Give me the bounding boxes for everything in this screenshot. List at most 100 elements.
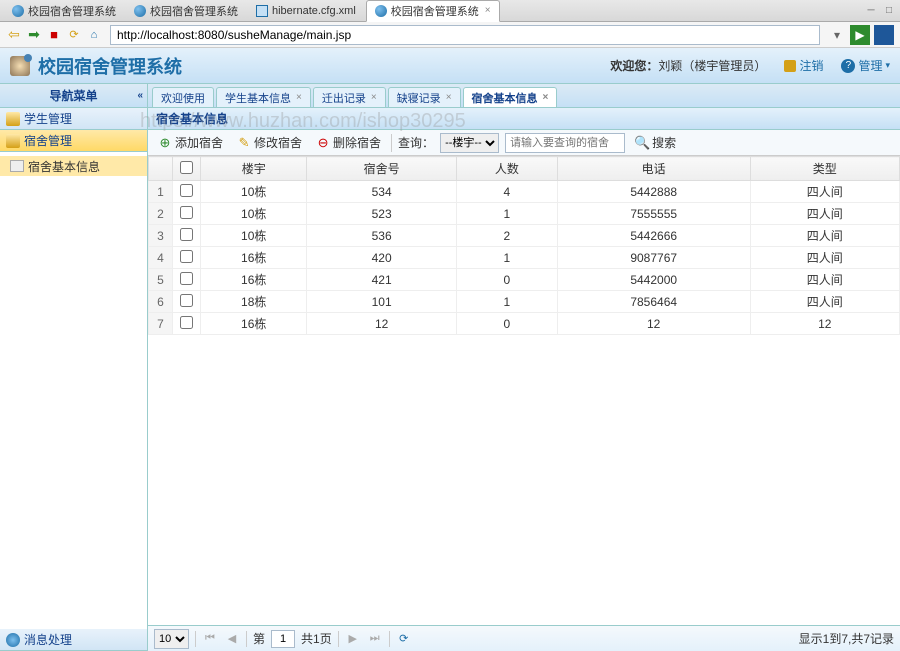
refresh-button[interactable]: ⟳ [396,631,412,647]
edit-button[interactable]: ✎修改宿舍 [233,132,306,153]
close-icon[interactable]: × [446,92,452,103]
tab-absence[interactable]: 缺寝记录× [388,87,461,107]
dropdown-icon[interactable]: ▾ [828,26,846,44]
globe-icon [12,5,24,17]
cell-people: 4 [456,181,557,203]
table-row[interactable]: 1 10栋 534 4 5442888 四人间 [149,181,900,203]
tab-moveout[interactable]: 迁出记录× [313,87,386,107]
page-input[interactable] [271,630,295,648]
delete-button[interactable]: ⊖删除宿舍 [312,132,385,153]
cell-people: 1 [456,291,557,313]
forward-icon[interactable]: ➡ [26,27,42,43]
data-table: 楼宇 宿舍号 人数 电话 类型 1 10栋 534 4 5442888 四人间2… [148,156,900,335]
tab-dorm-info[interactable]: 宿舍基本信息× [463,87,558,107]
table-row[interactable]: 7 16栋 12 0 12 12 [149,313,900,335]
collapse-icon[interactable]: « [137,90,143,101]
cell-phone: 9087767 [557,247,750,269]
go-button[interactable]: ▶ [850,25,870,45]
panel-title: 宿舍基本信息 [148,108,900,130]
home-icon[interactable]: ⌂ [86,27,102,43]
cell-building: 16栋 [201,313,307,335]
manage-link[interactable]: ?管理 ▾ [841,57,890,74]
tree-item-dorm-info[interactable]: 宿舍基本信息 [0,156,147,176]
plus-icon: ⊕ [158,136,172,150]
ide-tab[interactable]: hibernate.cfg.xml [248,3,364,19]
close-icon[interactable]: × [543,92,549,103]
row-checkbox[interactable] [180,294,193,307]
sidebar-title: 导航菜单 « [0,84,147,108]
page-size-select[interactable]: 10 [154,629,189,649]
sidebar-item-message[interactable]: 消息处理 [0,629,147,651]
close-icon[interactable]: × [296,92,302,103]
ide-tab[interactable]: 校园宿舍管理系统 [126,1,246,21]
maximize-icon[interactable]: □ [882,4,896,18]
browser-toolbar: ⇦ ➡ ■ ⟳ ⌂ ▾ ▶ [0,22,900,48]
page-icon [10,160,24,172]
folder-icon [6,112,20,126]
ide-tab[interactable]: 校园宿舍管理系统 [4,1,124,21]
close-icon[interactable]: × [371,92,377,103]
delete-icon: ⊖ [316,136,330,150]
sidebar-item-student[interactable]: 学生管理 [0,108,147,130]
cell-type: 四人间 [750,269,899,291]
add-button[interactable]: ⊕添加宿舍 [154,132,227,153]
chevron-down-icon: ▾ [885,60,890,71]
minimize-icon[interactable]: ─ [864,4,878,18]
first-page-button[interactable]: ⏮ [202,631,218,647]
cell-phone: 12 [557,313,750,335]
cell-phone: 5442000 [557,269,750,291]
row-check [173,203,201,225]
row-checkbox[interactable] [180,184,193,197]
table-row[interactable]: 3 10栋 536 2 5442666 四人间 [149,225,900,247]
refresh-icon[interactable]: ⟳ [66,27,82,43]
prev-page-button[interactable]: ◀ [224,631,240,647]
browser-menu-button[interactable] [874,25,894,45]
row-checkbox[interactable] [180,272,193,285]
row-checkbox[interactable] [180,228,193,241]
next-page-button[interactable]: ▶ [345,631,361,647]
row-check [173,247,201,269]
table-row[interactable]: 5 16栋 421 0 5442000 四人间 [149,269,900,291]
cell-people: 2 [456,225,557,247]
query-type-select[interactable]: --楼宇-- [440,133,499,153]
url-input[interactable] [110,25,820,45]
col-phone[interactable]: 电话 [557,157,750,181]
sidebar: 导航菜单 « 学生管理 宿舍管理 宿舍基本信息 消息处理 [0,84,148,651]
ide-tab[interactable]: 校园宿舍管理系统× [366,0,500,22]
last-page-button[interactable]: ⏭ [367,631,383,647]
col-building[interactable]: 楼宇 [201,157,307,181]
tab-strip: 欢迎使用 学生基本信息× 迁出记录× 缺寝记录× 宿舍基本信息× [148,84,900,108]
col-room[interactable]: 宿舍号 [307,157,456,181]
row-checkbox[interactable] [180,206,193,219]
tab-student-info[interactable]: 学生基本信息× [216,87,311,107]
cell-building: 16栋 [201,247,307,269]
logout-link[interactable]: 注销 [784,57,823,74]
sidebar-item-dorm[interactable]: 宿舍管理 [0,130,147,152]
table-row[interactable]: 6 18栋 101 1 7856464 四人间 [149,291,900,313]
cell-room: 12 [307,313,456,335]
back-icon[interactable]: ⇦ [6,27,22,43]
col-people[interactable]: 人数 [456,157,557,181]
key-icon [784,60,796,72]
stop-icon[interactable]: ■ [46,27,62,43]
row-number: 5 [149,269,173,291]
cell-building: 18栋 [201,291,307,313]
search-button[interactable]: 🔍搜索 [631,132,680,153]
help-icon: ? [841,59,855,73]
row-number: 3 [149,225,173,247]
table-row[interactable]: 2 10栋 523 1 7555555 四人间 [149,203,900,225]
row-number: 7 [149,313,173,335]
query-input[interactable] [505,133,625,153]
row-checkbox[interactable] [180,316,193,329]
cell-room: 101 [307,291,456,313]
col-type[interactable]: 类型 [750,157,899,181]
row-checkbox[interactable] [180,250,193,263]
close-icon[interactable]: × [485,5,491,16]
message-icon [6,633,20,647]
pagination: 10 ⏮ ◀ 第 共1页 ▶ ⏭ ⟳ 显示1到7,共7记录 [148,625,900,651]
cell-type: 12 [750,313,899,335]
table-row[interactable]: 4 16栋 420 1 9087767 四人间 [149,247,900,269]
tab-welcome[interactable]: 欢迎使用 [152,87,214,107]
globe-icon [375,5,387,17]
select-all-checkbox[interactable] [180,161,193,174]
